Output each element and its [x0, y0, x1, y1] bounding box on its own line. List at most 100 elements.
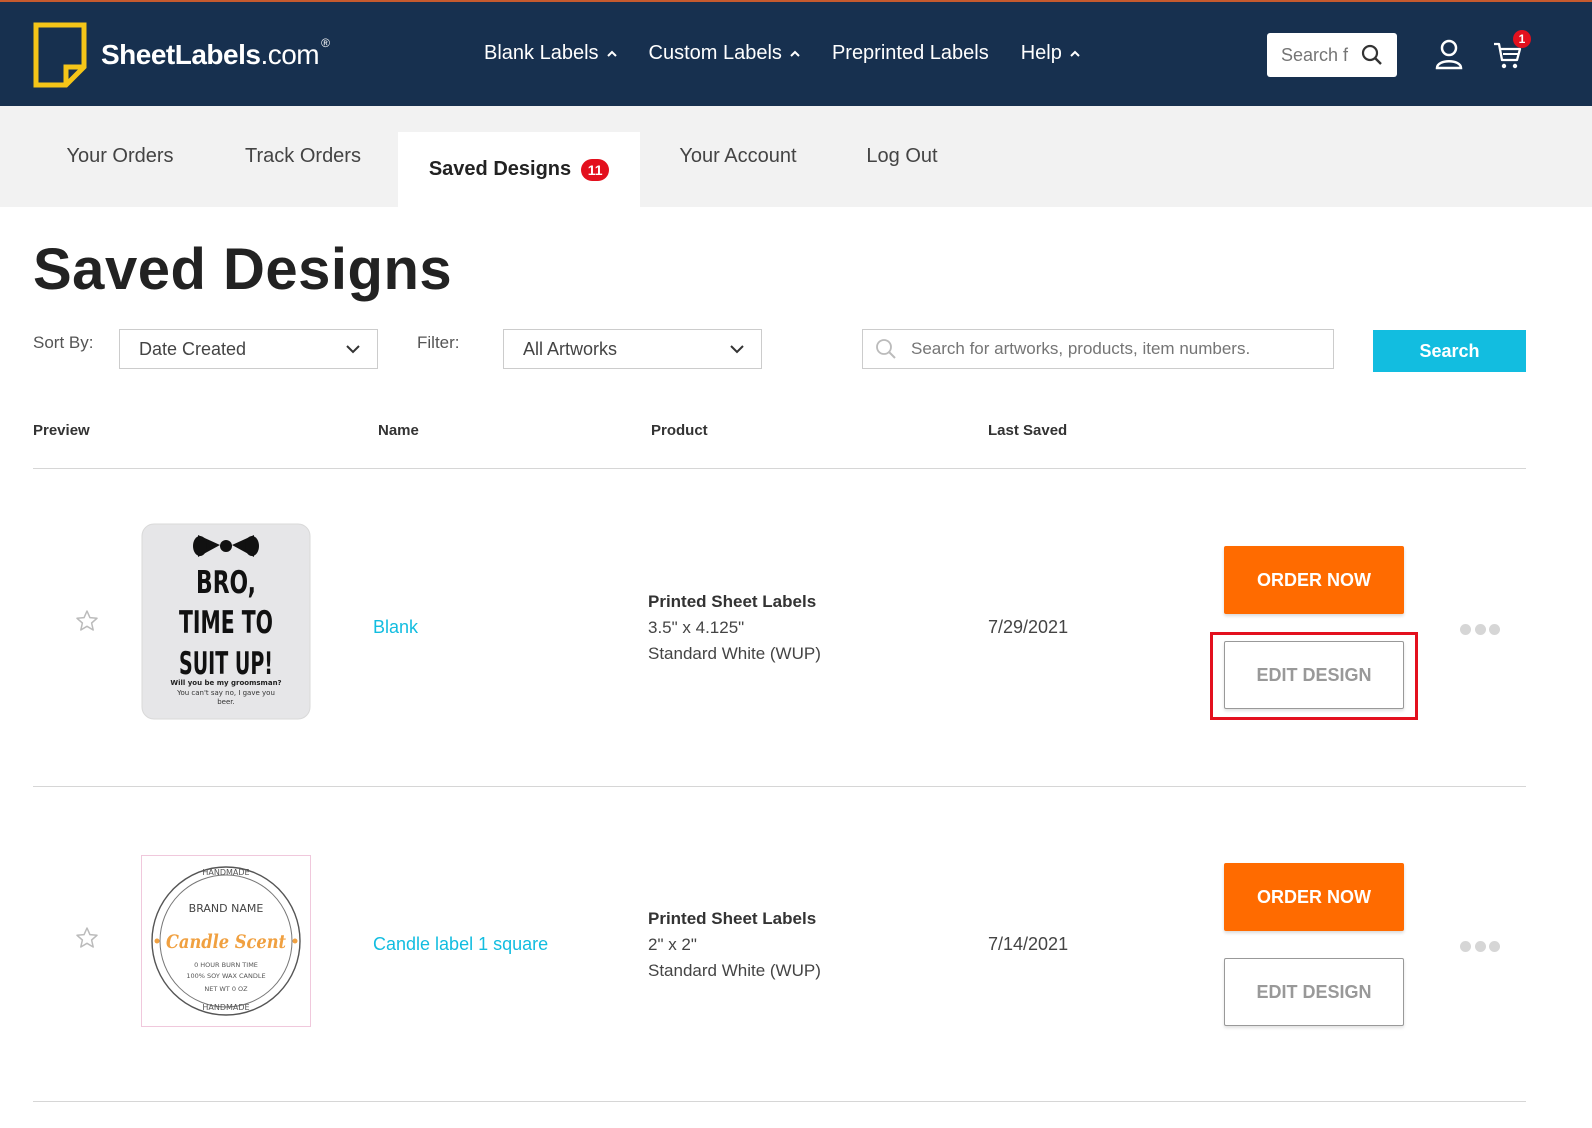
preview-small-3: beer. [217, 698, 235, 706]
filter-label: Filter: [417, 333, 460, 352]
product-title: Printed Sheet Labels [648, 592, 817, 611]
dot [1460, 624, 1471, 635]
search-icon[interactable] [1361, 44, 1383, 66]
account-tabs: Your Orders Track Orders Saved Designs 1… [0, 106, 1592, 207]
page-title: Saved Designs [33, 237, 453, 302]
divider [33, 468, 1526, 469]
product-info: Printed Sheet Labels 2" x 2" Standard Wh… [648, 906, 821, 984]
header-search-input[interactable] [1281, 44, 1355, 66]
preview-candle-label: HANDMADE BRAND NAME Candle Scent 0 HOUR … [141, 855, 311, 1027]
filter-value: All Artworks [523, 338, 618, 359]
order-now-button[interactable]: ORDER NOW [1224, 863, 1404, 931]
dot [1460, 941, 1471, 952]
nav-blank-labels-label: Blank Labels [484, 42, 599, 64]
last-saved-date: 7/14/2021 [988, 934, 1069, 954]
dot [1474, 941, 1486, 952]
edit-design-button[interactable]: EDIT DESIGN [1224, 641, 1404, 709]
nav-preprinted-labels-label: Preprinted Labels [831, 42, 989, 64]
product-material: Standard White (WUP) [648, 644, 821, 663]
more-options-icon[interactable] [1460, 941, 1500, 953]
design-preview-thumbnail[interactable]: BRO, TIME TO SUIT UP! Will you be my gro… [141, 523, 311, 720]
header-search [1267, 33, 1397, 77]
nav-help[interactable]: Help [1021, 42, 1080, 65]
tab-your-orders-label: Your Orders [66, 145, 174, 167]
site-header: SheetLabels.com ® Blank Labels Custom La… [0, 0, 1592, 106]
nav-custom-labels[interactable]: Custom Labels [649, 42, 800, 65]
tab-log-out-label: Log Out [866, 145, 938, 167]
product-info: Printed Sheet Labels 3.5" x 4.125" Stand… [648, 589, 821, 667]
sort-by-select[interactable]: Date Created [119, 329, 378, 369]
star-icon[interactable] [75, 609, 99, 633]
search-button[interactable]: Search [1373, 330, 1526, 372]
product-material: Standard White (WUP) [648, 961, 821, 980]
preview-arc-bottom: HANDMADE [202, 1003, 249, 1012]
design-name-link[interactable]: Candle label 1 square [373, 934, 548, 955]
tab-your-orders[interactable]: Your Orders [35, 106, 205, 207]
nav-preprinted-labels[interactable]: Preprinted Labels [832, 42, 989, 65]
tab-track-orders[interactable]: Track Orders [218, 106, 388, 207]
chevron-up-icon [606, 50, 617, 57]
column-header-preview: Preview [33, 422, 90, 439]
tab-your-account-label: Your Account [679, 145, 797, 167]
saved-designs-count-badge: 11 [581, 158, 610, 181]
preview-weight: NET WT 0 OZ [204, 985, 248, 993]
last-saved-date: 7/29/2021 [988, 617, 1069, 637]
product-size: 2" x 2" [648, 935, 697, 954]
preview-arc-top: HANDMADE [202, 868, 249, 877]
designs-search-field [862, 329, 1334, 369]
cart-count-badge: 1 [1513, 30, 1531, 48]
divider [33, 1101, 1526, 1102]
logo-suffix: .com [260, 39, 320, 70]
logo-registered-mark: ® [321, 36, 330, 50]
logo-sheet-icon [33, 22, 87, 88]
divider [33, 786, 1526, 787]
dot [1489, 624, 1500, 635]
tab-log-out[interactable]: Log Out [850, 106, 954, 207]
design-preview-thumbnail[interactable]: HANDMADE BRAND NAME Candle Scent 0 HOUR … [141, 855, 311, 1027]
preview-small-2: You can't say no, I gave you [176, 689, 275, 697]
preview-line-3: SUIT UP! [179, 646, 273, 682]
tab-track-orders-label: Track Orders [245, 145, 361, 167]
sort-by-value: Date Created [139, 338, 247, 359]
product-title: Printed Sheet Labels [648, 909, 817, 928]
design-name-link[interactable]: Blank [373, 617, 418, 638]
designs-search-input[interactable] [911, 339, 1321, 359]
preview-bro-suit-up: BRO, TIME TO SUIT UP! Will you be my gro… [141, 523, 311, 720]
dot [1474, 624, 1486, 635]
main-nav: Blank Labels Custom Labels Preprinted La… [484, 42, 1112, 65]
preview-wax: 100% SOY WAX CANDLE [186, 972, 265, 980]
bullet-icon [154, 938, 160, 944]
preview-line-2: TIME TO [179, 605, 273, 641]
bullet-icon [292, 938, 298, 944]
tab-your-account[interactable]: Your Account [660, 106, 816, 207]
tab-saved-designs-label: Saved Designs [428, 158, 572, 180]
logo-brand: SheetLabels [101, 39, 261, 70]
filter-select[interactable]: All Artworks [503, 329, 762, 369]
sort-by-label: Sort By: [33, 333, 94, 352]
chevron-up-icon [1070, 50, 1080, 57]
tab-saved-designs[interactable]: Saved Designs 11 [398, 132, 640, 207]
chevron-down-icon [730, 345, 744, 354]
preview-scent: Candle Scent [166, 931, 286, 953]
column-header-product: Product [651, 422, 708, 439]
nav-custom-labels-label: Custom Labels [648, 42, 782, 64]
edit-design-button[interactable]: EDIT DESIGN [1224, 958, 1404, 1026]
preview-line-1: BRO, [196, 565, 256, 601]
nav-blank-labels[interactable]: Blank Labels [484, 42, 617, 65]
site-logo[interactable]: SheetLabels.com ® [33, 22, 330, 88]
user-account-icon[interactable] [1434, 38, 1464, 70]
dot [1489, 941, 1500, 952]
product-size: 3.5" x 4.125" [648, 618, 745, 637]
logo-text: SheetLabels.com [101, 39, 320, 71]
preview-burn: 0 HOUR BURN TIME [194, 961, 258, 969]
chevron-up-icon [790, 50, 800, 57]
chevron-down-icon [346, 345, 360, 354]
preview-brand: BRAND NAME [189, 902, 264, 915]
nav-help-label: Help [1020, 42, 1062, 64]
column-header-last-saved: Last Saved [988, 422, 1068, 439]
more-options-icon[interactable] [1460, 624, 1500, 636]
order-now-button[interactable]: ORDER NOW [1224, 546, 1404, 614]
search-icon [876, 339, 896, 359]
column-header-name: Name [378, 422, 419, 439]
star-icon[interactable] [75, 926, 99, 950]
